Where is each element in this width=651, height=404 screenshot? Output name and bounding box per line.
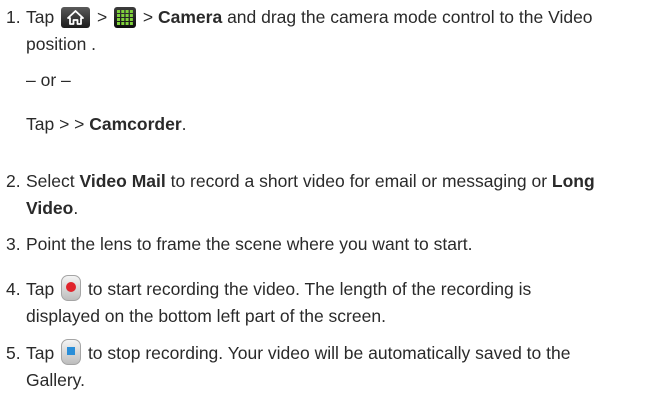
camera-label: Camera <box>157 7 223 27</box>
long-video-label-continued: Video <box>26 198 74 218</box>
step-text: to stop recording. Your video will be au… <box>83 343 571 363</box>
step-text: Tap > > <box>26 114 90 134</box>
step-2: 2. Select Video Mail to record a short vi… <box>6 168 641 222</box>
separator: > <box>92 7 113 27</box>
step-text: and drag the camera mode control to the … <box>222 7 593 27</box>
step-number: 1. <box>6 7 21 27</box>
step-text: Select <box>26 171 80 191</box>
step-text: . <box>181 114 187 134</box>
step-5: 5. Tap to stop recording. Your video will… <box>6 339 641 394</box>
long-video-label: Long <box>551 171 595 191</box>
step-text-continued: position . <box>26 34 97 54</box>
step-number: 3. <box>6 234 21 254</box>
step-number: 5. <box>6 343 21 363</box>
record-button-icon <box>61 275 82 301</box>
step-3: 3. Point the lens to frame the scene wher… <box>6 231 641 258</box>
step-text: Tap <box>26 279 60 299</box>
or-separator: – or – <box>26 70 71 90</box>
step-text-continued: displayed on the bottom left part of the… <box>26 306 386 326</box>
separator: > <box>138 7 158 27</box>
step-4: 4. Tap to start recording the video. The … <box>6 275 641 330</box>
apps-grid-icon <box>114 7 137 28</box>
step-text: to start recording the video. The length… <box>83 279 532 299</box>
step-text: Tap <box>26 343 60 363</box>
step-text: Tap <box>26 7 60 27</box>
camcorder-label: Camcorder <box>89 114 182 134</box>
instruction-document: 1. Tap > > Camera and drag the camera mod… <box>0 0 651 404</box>
stop-button-icon <box>61 339 82 365</box>
step-text-continued: Video. <box>6 195 641 222</box>
step-text: . <box>73 198 79 218</box>
step-1: 1. Tap > > Camera and drag the camera mod… <box>6 4 641 58</box>
step-number: 4. <box>6 279 21 299</box>
step-text: to record a short video for email or mes… <box>165 171 552 191</box>
step-text: Point the lens to frame the scene where … <box>26 234 473 254</box>
home-icon <box>61 7 91 28</box>
video-mail-label: Video Mail <box>79 171 166 191</box>
alternative-instruction: Tap > > Camcorder. <box>26 111 187 138</box>
step-number: 2. <box>6 171 21 191</box>
step-text-continued: Gallery. <box>26 370 85 390</box>
